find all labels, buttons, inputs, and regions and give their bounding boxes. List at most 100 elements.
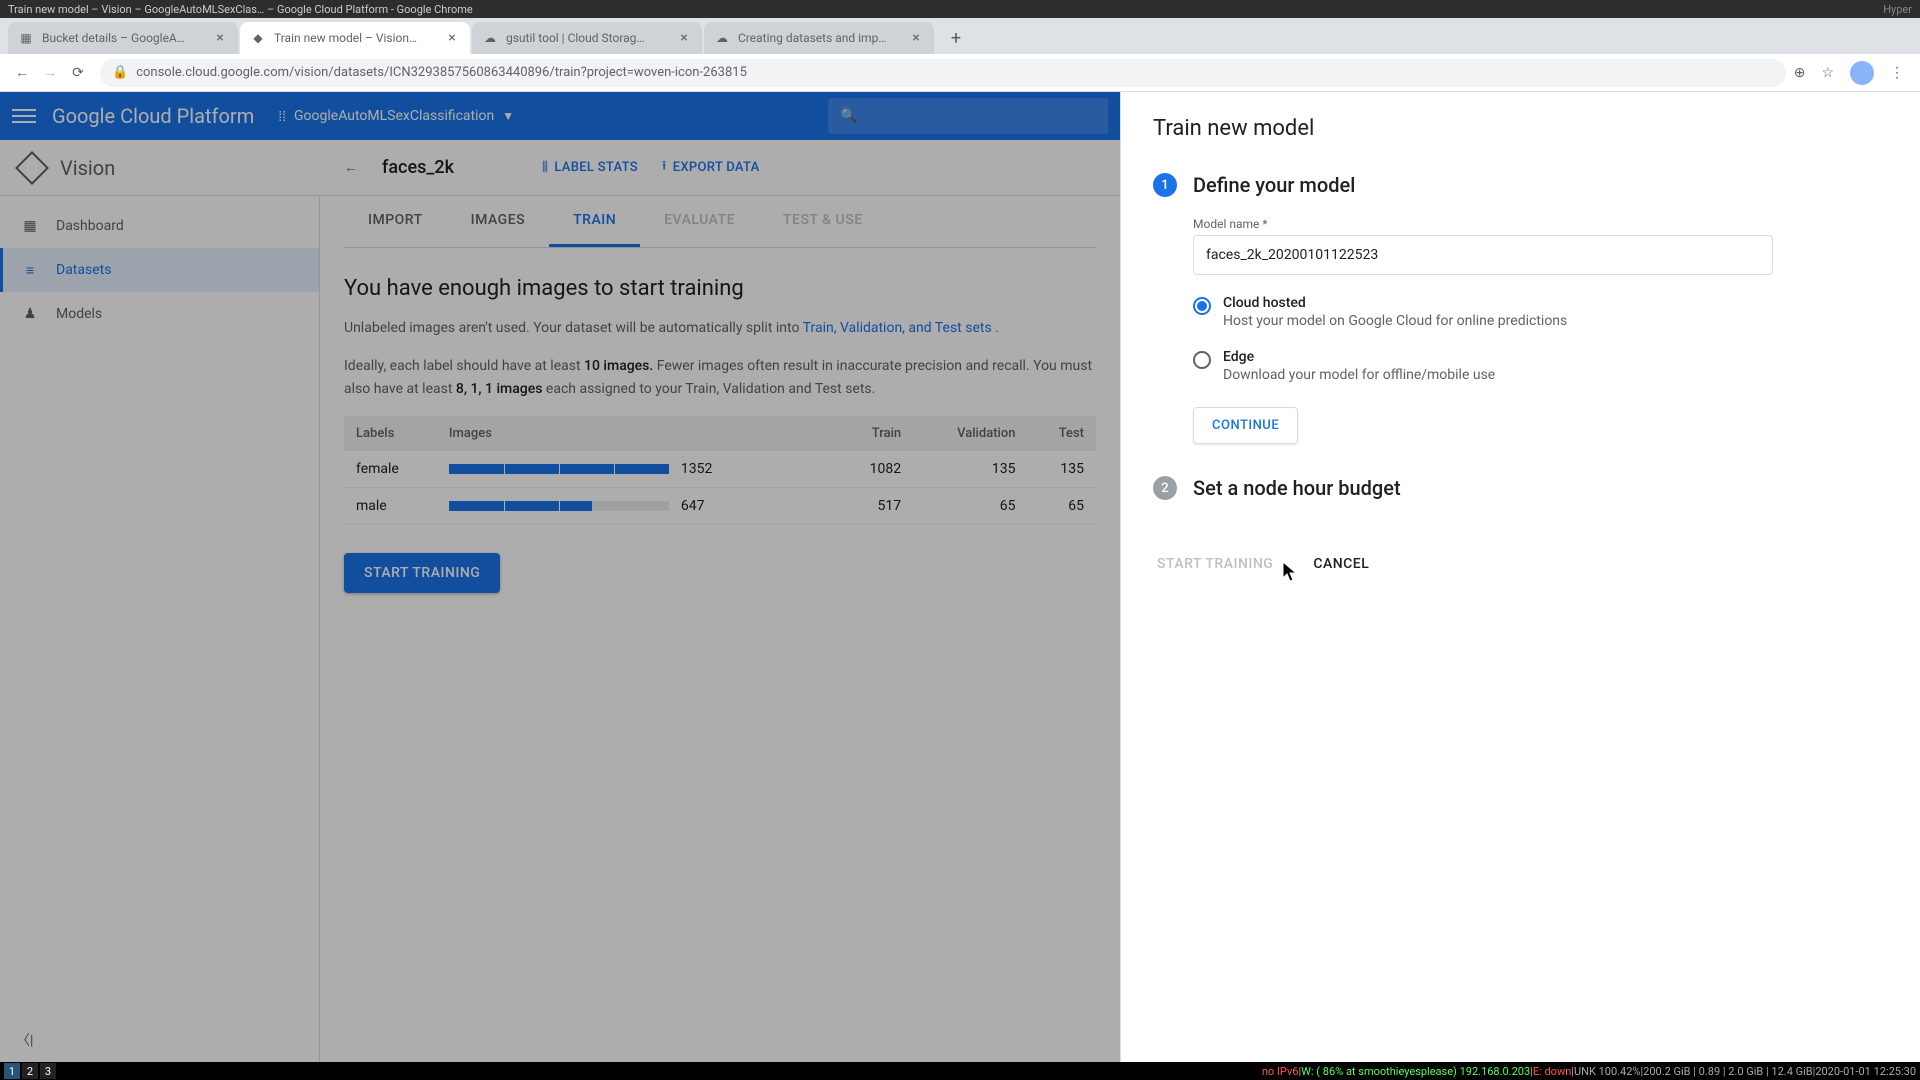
bar	[449, 464, 669, 474]
label-stats-button[interactable]: ⫼ LABEL STATS	[542, 160, 638, 175]
train-heading: You have enough images to start training	[344, 276, 1096, 301]
train-desc-1: Unlabeled images aren't used. Your datas…	[344, 317, 1096, 339]
favicon-icon: ◆	[250, 30, 266, 46]
zoom-icon[interactable]: ⊕	[1794, 65, 1806, 81]
url-text: console.cloud.google.com/vision/datasets…	[136, 65, 1774, 80]
close-icon[interactable]: ×	[908, 30, 924, 46]
datasets-icon: ≡	[20, 260, 40, 280]
labels-table: Labels Images Train Validation Test fema…	[344, 416, 1096, 525]
browser-tab-active[interactable]: ◆ Train new model – Vision… ×	[240, 22, 470, 54]
sidebar-item-label: Dashboard	[56, 218, 124, 234]
panel-title: Train new model	[1153, 116, 1888, 141]
search-icon: 🔍	[840, 108, 857, 124]
status-eth: E: down	[1533, 1065, 1571, 1078]
browser-tab[interactable]: ▦ Bucket details – GoogleA… ×	[8, 22, 238, 54]
tab-import[interactable]: IMPORT	[344, 196, 447, 247]
model-name-label: Model name *	[1193, 217, 1888, 231]
export-data-button[interactable]: ⭱ EXPORT DATA	[662, 157, 760, 179]
train-desc-2: Ideally, each label should have at least…	[344, 355, 1096, 400]
menu-icon[interactable]: ⋮	[1890, 65, 1904, 81]
dataset-name: faces_2k	[382, 157, 454, 178]
back-button[interactable]: ←	[8, 59, 36, 87]
step-1-title: Define your model	[1193, 173, 1355, 197]
sidebar-item-models[interactable]: ♟ Models	[0, 292, 319, 336]
product-name: Vision	[60, 156, 115, 180]
dashboard-icon: ▦	[20, 216, 40, 236]
col-test: Test	[1027, 416, 1096, 451]
tab-title: Train new model – Vision…	[274, 31, 444, 45]
table-row: female 1352 1082 135 135	[344, 451, 1096, 488]
gcp-header: Google Cloud Platform ⁞⁞ GoogleAutoMLSex…	[0, 92, 1120, 140]
models-icon: ♟	[20, 304, 40, 324]
radio-cloud-hosted[interactable]: Cloud hosted Host your model on Google C…	[1193, 295, 1888, 329]
new-tab-button[interactable]: +	[942, 24, 970, 52]
tab-evaluate[interactable]: EVALUATE	[640, 196, 759, 247]
continue-button[interactable]: CONTINUE	[1193, 407, 1298, 444]
tab-title: Creating datasets and imp…	[738, 31, 908, 45]
table-row: male 647 517 65 65	[344, 488, 1096, 525]
tab-images[interactable]: IMAGES	[447, 196, 549, 247]
col-train: Train	[836, 416, 913, 451]
profile-avatar[interactable]	[1850, 61, 1874, 85]
step-1-badge: 1	[1153, 173, 1177, 197]
gcp-search[interactable]: 🔍	[828, 98, 1108, 134]
chevron-down-icon: ▼	[502, 109, 514, 123]
vision-icon	[15, 151, 49, 185]
panel-start-training-button[interactable]: START TRAINING	[1153, 548, 1277, 580]
start-training-button[interactable]: START TRAINING	[344, 553, 500, 593]
project-name: GoogleAutoMLSexClassification	[294, 108, 494, 124]
browser-tab[interactable]: ☁ Creating datasets and imp… ×	[704, 22, 934, 54]
collapse-sidebar-button[interactable]: 〈|	[16, 1030, 33, 1050]
gcp-logo[interactable]: Google Cloud Platform	[52, 104, 254, 128]
workspace-2[interactable]: 2	[22, 1063, 38, 1079]
radio-icon	[1193, 297, 1211, 315]
project-icon: ⁞⁞	[278, 108, 286, 125]
stats-icon: ⫼	[542, 160, 548, 175]
sidebar-item-datasets[interactable]: ≡ Datasets	[0, 248, 319, 292]
back-arrow-button[interactable]: ←	[344, 159, 358, 176]
tab-train[interactable]: TRAIN	[549, 196, 640, 247]
close-icon[interactable]: ×	[212, 30, 228, 46]
col-images: Images	[437, 416, 836, 451]
page-subheader: Vision ← faces_2k ⫼ LABEL STATS ⭱ EXPORT…	[0, 140, 1120, 196]
browser-toolbar: ← → ⟳ 🔒 console.cloud.google.com/vision/…	[0, 54, 1920, 92]
sidebar-item-label: Datasets	[56, 262, 111, 278]
bar	[449, 501, 669, 511]
window-title-right: Hyper	[1883, 3, 1912, 16]
workspace-1[interactable]: 1	[4, 1063, 20, 1079]
window-title: Train new model – Vision – GoogleAutoMLS…	[8, 3, 473, 16]
browser-tab[interactable]: ☁ gsutil tool | Cloud Storag… ×	[472, 22, 702, 54]
main-content: IMPORT IMAGES TRAIN EVALUATE TEST & USE …	[320, 196, 1120, 1062]
star-icon[interactable]: ☆	[1821, 65, 1834, 81]
tab-title: Bucket details – GoogleA…	[42, 31, 212, 45]
status-bar: 1 2 3 no IPv6 | W: ( 86% at smoothieyesp…	[0, 1062, 1920, 1080]
left-sidebar: ▦ Dashboard ≡ Datasets ♟ Models 〈|	[0, 196, 320, 1062]
tab-test-use[interactable]: TEST & USE	[759, 196, 887, 247]
lock-icon: 🔒	[112, 65, 128, 80]
forward-button[interactable]: →	[36, 59, 64, 87]
os-titlebar: Train new model – Vision – GoogleAutoMLS…	[0, 0, 1920, 18]
workspace-3[interactable]: 3	[40, 1063, 56, 1079]
nav-menu-button[interactable]	[12, 104, 36, 128]
status-time: 2020-01-01 12:25:30	[1815, 1065, 1916, 1078]
col-validation: Validation	[913, 416, 1027, 451]
model-name-input[interactable]	[1193, 235, 1773, 275]
train-sets-link[interactable]: Train, Validation, and Test sets	[803, 320, 992, 336]
project-picker[interactable]: ⁞⁞ GoogleAutoMLSexClassification ▼	[270, 104, 522, 129]
close-icon[interactable]: ×	[444, 30, 460, 46]
step-2-title: Set a node hour budget	[1193, 476, 1401, 500]
close-icon[interactable]: ×	[676, 30, 692, 46]
panel-cancel-button[interactable]: CANCEL	[1309, 548, 1373, 580]
favicon-icon: ☁	[482, 30, 498, 46]
favicon-icon: ☁	[714, 30, 730, 46]
sidebar-item-dashboard[interactable]: ▦ Dashboard	[0, 204, 319, 248]
tab-title: gsutil tool | Cloud Storag…	[506, 31, 676, 45]
radio-icon	[1193, 351, 1211, 369]
reload-button[interactable]: ⟳	[64, 59, 92, 87]
address-bar[interactable]: 🔒 console.cloud.google.com/vision/datase…	[100, 59, 1786, 87]
status-mem: 200.2 GiB | 0.89 | 2.0 GiB | 12.4 GiB	[1643, 1065, 1812, 1078]
radio-edge[interactable]: Edge Download your model for offline/mob…	[1193, 349, 1888, 383]
train-model-panel: Train new model 1 Define your model Mode…	[1120, 92, 1920, 1062]
step-2-badge: 2	[1153, 476, 1177, 500]
status-ipv6: no IPv6	[1262, 1065, 1299, 1078]
